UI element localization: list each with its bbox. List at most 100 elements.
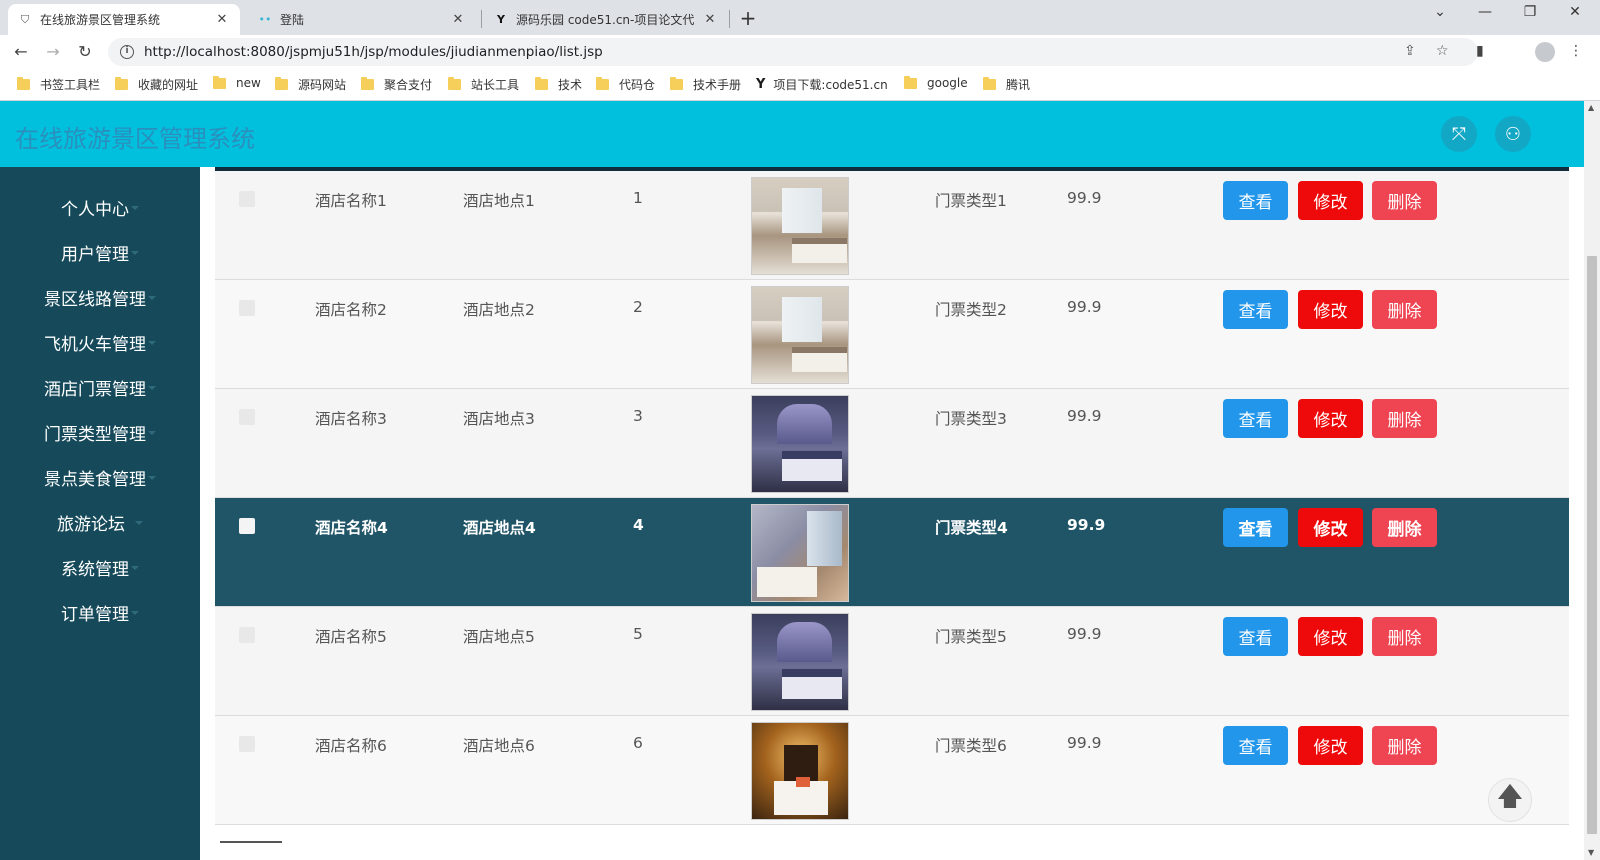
row-checkbox[interactable] bbox=[239, 409, 255, 425]
bookmark-label: 项目下载:code51.cn bbox=[773, 78, 888, 92]
view-button[interactable]: 查看 bbox=[1223, 290, 1288, 329]
sidebar-item-label: 门票类型管理 bbox=[44, 425, 146, 445]
fullscreen-icon[interactable]: ⤧ bbox=[1441, 116, 1477, 152]
hotel-photo bbox=[751, 177, 849, 275]
delete-button[interactable]: 删除 bbox=[1372, 726, 1437, 765]
view-button[interactable]: 查看 bbox=[1223, 617, 1288, 656]
back-to-top-icon[interactable]: 🡅 bbox=[1488, 778, 1532, 822]
sidebar-item-routes[interactable]: 景区线路管理 bbox=[0, 275, 200, 320]
minimize-icon[interactable]: — bbox=[1470, 4, 1500, 20]
address-bar[interactable]: i http://localhost:8080/jspmju51h/jsp/mo… bbox=[108, 38, 1478, 66]
bookmark-item[interactable]: 收藏的网址 bbox=[115, 76, 198, 93]
row-checkbox[interactable] bbox=[239, 736, 255, 752]
new-tab-icon[interactable]: + bbox=[738, 6, 758, 30]
table-row: 酒店名称6 酒店地点6 6 门票类型6 99.9 查看 修改 删除 bbox=[215, 716, 1569, 825]
hotel-photo bbox=[751, 395, 849, 493]
tab-search-icon[interactable]: ⌄ bbox=[1425, 4, 1455, 20]
hotel-place: 酒店地点3 bbox=[463, 410, 535, 428]
delete-button[interactable]: 删除 bbox=[1372, 617, 1437, 656]
browser-tab[interactable]: Y 源码乐园 code51.cn-项目论文代 ✕ bbox=[484, 4, 728, 35]
bookmark-item[interactable]: 技术手册 bbox=[670, 76, 741, 93]
sidebar-item-orders[interactable]: 订单管理 bbox=[0, 590, 200, 635]
bookmark-item[interactable]: 源码网站 bbox=[275, 76, 346, 93]
view-button[interactable]: 查看 bbox=[1223, 726, 1288, 765]
scroll-down-icon[interactable]: ▼ bbox=[1588, 848, 1594, 857]
bookmark-item[interactable]: google bbox=[904, 75, 968, 90]
bookmark-item[interactable]: 腾讯 bbox=[983, 76, 1030, 93]
sidebar-item-personal-center[interactable]: 个人中心 bbox=[0, 185, 200, 230]
share-icon[interactable]: ⇪ bbox=[1404, 43, 1416, 59]
sidebar-item-forum[interactable]: 旅游论坛 bbox=[0, 500, 200, 545]
sidebar-item-users[interactable]: 用户管理 bbox=[0, 230, 200, 275]
sidebar-item-label: 用户管理 bbox=[61, 245, 129, 265]
edit-button[interactable]: 修改 bbox=[1298, 290, 1363, 329]
hotel-place: 酒店地点2 bbox=[463, 301, 535, 319]
row-checkbox[interactable] bbox=[239, 518, 255, 534]
view-button[interactable]: 查看 bbox=[1223, 181, 1288, 220]
row-checkbox[interactable] bbox=[239, 300, 255, 316]
row-number: 4 bbox=[633, 516, 644, 534]
sidebar-item-ticket-types[interactable]: 门票类型管理 bbox=[0, 410, 200, 455]
view-button[interactable]: 查看 bbox=[1223, 508, 1288, 547]
sidebar-item-system[interactable]: 系统管理 bbox=[0, 545, 200, 590]
chevron-down-icon bbox=[148, 340, 156, 345]
edit-button[interactable]: 修改 bbox=[1298, 181, 1363, 220]
edit-button[interactable]: 修改 bbox=[1298, 399, 1363, 438]
browser-tab-active[interactable]: ⛉ 在线旅游景区管理系统 ✕ bbox=[8, 4, 240, 35]
chevron-down-icon bbox=[131, 205, 139, 210]
info-icon[interactable]: i bbox=[120, 45, 134, 59]
delete-button[interactable]: 删除 bbox=[1372, 290, 1437, 329]
sidebar-item-label: 旅游论坛 bbox=[57, 515, 125, 535]
vertical-scrollbar[interactable]: ▲ ▼ bbox=[1584, 101, 1600, 860]
bookmark-item[interactable]: 站长工具 bbox=[448, 76, 519, 93]
edit-button[interactable]: 修改 bbox=[1298, 617, 1363, 656]
ticket-type: 门票类型2 bbox=[935, 301, 1007, 319]
hotel-place: 酒店地点5 bbox=[463, 628, 535, 646]
back-icon[interactable]: ← bbox=[9, 40, 33, 64]
sidebar-item-hotel-tickets[interactable]: 酒店门票管理 bbox=[0, 365, 200, 410]
chevron-down-icon bbox=[135, 520, 143, 525]
folder-icon bbox=[670, 77, 683, 90]
delete-button[interactable]: 删除 bbox=[1372, 399, 1437, 438]
side-panel-icon[interactable]: ▮ bbox=[1476, 43, 1484, 59]
user-icon[interactable]: ⚇ bbox=[1495, 116, 1531, 152]
bookmark-item[interactable]: 聚合支付 bbox=[361, 76, 432, 93]
forward-icon[interactable]: → bbox=[41, 40, 65, 64]
folder-icon bbox=[17, 77, 30, 90]
menu-icon[interactable]: ⋮ bbox=[1569, 43, 1583, 59]
edit-button[interactable]: 修改 bbox=[1298, 726, 1363, 765]
view-button[interactable]: 查看 bbox=[1223, 399, 1288, 438]
bookmark-item[interactable]: 书签工具栏 bbox=[17, 76, 100, 93]
delete-button[interactable]: 删除 bbox=[1372, 181, 1437, 220]
row-checkbox[interactable] bbox=[239, 191, 255, 207]
bookmark-item[interactable]: Y 项目下载:code51.cn bbox=[756, 76, 888, 93]
profile-avatar[interactable] bbox=[1535, 42, 1555, 62]
row-checkbox[interactable] bbox=[239, 627, 255, 643]
bookmark-item[interactable]: new bbox=[213, 75, 261, 90]
bookmark-item[interactable]: 技术 bbox=[535, 76, 582, 93]
scroll-up-icon[interactable]: ▲ bbox=[1588, 103, 1594, 112]
star-icon[interactable]: ☆ bbox=[1436, 43, 1449, 59]
bookmark-item[interactable]: 代码仓 bbox=[596, 76, 655, 93]
edit-button[interactable]: 修改 bbox=[1298, 508, 1363, 547]
scrollbar-thumb[interactable] bbox=[1587, 256, 1597, 834]
sidebar-item-food[interactable]: 景点美食管理 bbox=[0, 455, 200, 500]
reload-icon[interactable]: ↻ bbox=[73, 40, 97, 64]
sidebar-item-transport[interactable]: 飞机火车管理 bbox=[0, 320, 200, 365]
bookmark-label: 代码仓 bbox=[619, 78, 656, 92]
table-row: 酒店名称5 酒店地点5 5 门票类型5 99.9 查看 修改 删除 bbox=[215, 607, 1569, 716]
restore-icon[interactable]: ❐ bbox=[1515, 4, 1545, 20]
folder-icon bbox=[275, 77, 288, 90]
chevron-down-icon bbox=[131, 610, 139, 615]
hotel-photo bbox=[751, 504, 849, 602]
close-icon[interactable]: ✕ bbox=[450, 12, 466, 27]
bookmark-label: google bbox=[927, 76, 968, 90]
close-icon[interactable]: ✕ bbox=[214, 12, 230, 27]
window-close-icon[interactable]: ✕ bbox=[1560, 4, 1590, 20]
delete-button[interactable]: 删除 bbox=[1372, 508, 1437, 547]
main-content: 酒店名称1 酒店地点1 1 门票类型1 99.9 查看 修改 删除 酒店名称2 … bbox=[200, 167, 1584, 860]
close-icon[interactable]: ✕ bbox=[702, 12, 718, 27]
hotel-name: 酒店名称1 bbox=[315, 192, 387, 210]
browser-tab[interactable]: •• 登陆 ✕ bbox=[248, 4, 476, 35]
table-row: 酒店名称3 酒店地点3 3 门票类型3 99.9 查看 修改 删除 bbox=[215, 389, 1569, 498]
